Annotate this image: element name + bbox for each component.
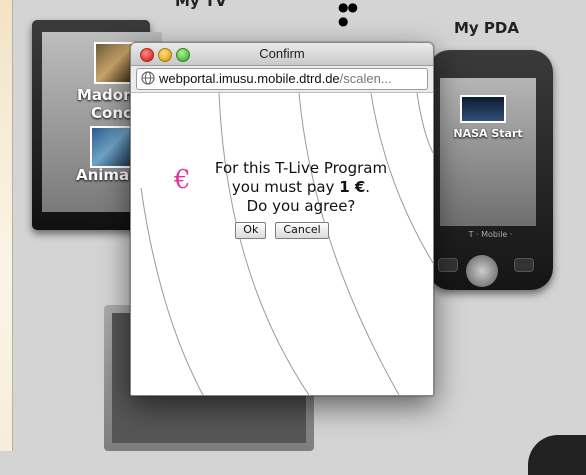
decorative-curves — [140, 93, 433, 395]
tv-item-animals-thumbnail[interactable] — [90, 126, 132, 168]
message-line2-suffix: . — [365, 178, 371, 196]
tv-header: My TV — [175, 0, 227, 10]
dialog-button-row: Ok Cancel — [131, 218, 433, 239]
pda-item-nasa-label[interactable]: NASA Start — [440, 127, 536, 140]
pda-left-button[interactable] — [438, 258, 458, 272]
pda-brand-logo: T · Mobile · — [468, 230, 513, 239]
pda-device: NASA Start T · Mobile · — [428, 50, 553, 290]
message-line3: Do you agree? — [246, 197, 356, 215]
pda-center-button[interactable] — [466, 255, 498, 287]
message-line2: you must pay 1 €. — [171, 178, 431, 197]
dots-icon: ●● ● — [338, 0, 358, 28]
confirm-message: For this T-Live Program you must pay 1 €… — [171, 159, 431, 216]
page-left-strip — [0, 0, 13, 451]
confirm-dialog: Confirm webportal.imusu.mobile.dtrd.de/s… — [130, 42, 434, 396]
pda-screen: NASA Start — [440, 78, 536, 226]
dialog-content: € For this T-Live Program you must pay 1… — [131, 93, 433, 395]
url-bar: webportal.imusu.mobile.dtrd.de/scalen... — [131, 66, 433, 93]
url-field[interactable]: webportal.imusu.mobile.dtrd.de/scalen... — [136, 68, 428, 90]
dialog-titlebar[interactable]: Confirm — [131, 43, 433, 66]
url-path: /scalen... — [339, 71, 392, 86]
pda-header: My PDA — [454, 19, 519, 37]
message-line2-prefix: you must pay — [231, 178, 340, 196]
tv-item-madonna-line2: Conc — [91, 104, 132, 122]
corner-device — [528, 435, 586, 475]
globe-icon — [141, 71, 155, 85]
url-text: webportal.imusu.mobile.dtrd.de/scalen... — [159, 71, 425, 86]
pda-item-nasa-thumbnail[interactable] — [460, 95, 506, 123]
tv-item-madonna-label[interactable]: Madon Conc — [77, 86, 134, 122]
price-amount: 1 € — [339, 178, 366, 196]
url-host: webportal.imusu.mobile.dtrd.de — [159, 71, 340, 86]
tv-item-madonna-line1: Madon — [77, 86, 134, 104]
ok-button[interactable]: Ok — [235, 222, 267, 239]
pda-right-button[interactable] — [514, 258, 534, 272]
cancel-button[interactable]: Cancel — [275, 222, 329, 239]
message-line1: For this T-Live Program — [214, 159, 388, 177]
dialog-title: Confirm — [259, 46, 305, 61]
